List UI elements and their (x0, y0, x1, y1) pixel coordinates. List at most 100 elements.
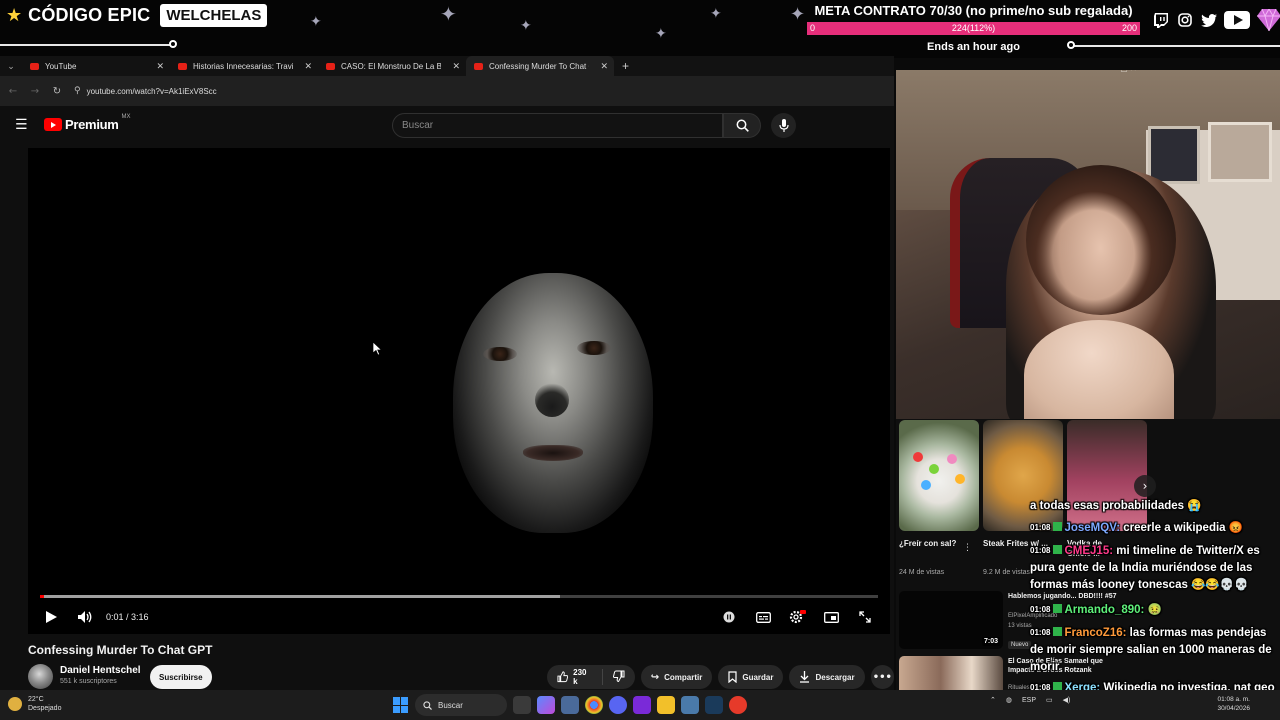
video-frame-detail (577, 341, 611, 355)
volume-icon (77, 611, 91, 623)
chat-timestamp: 01:08 (1030, 523, 1051, 532)
chat-username[interactable]: CMEJ15: (1064, 545, 1113, 557)
chat-username[interactable]: Armando_890: (1064, 604, 1144, 616)
youtube-premium-logo[interactable]: Premium MX (44, 114, 131, 132)
clock-time: 01:08 a. m. (1217, 696, 1250, 703)
tab-search-button[interactable]: ⌄ (0, 61, 22, 72)
system-clock[interactable]: 01:08 a. m. 30/04/2026 (1217, 695, 1250, 713)
goal-max: 200 (1121, 23, 1137, 33)
like-button[interactable]: 230 k (547, 668, 603, 686)
windows-start-icon[interactable] (393, 697, 409, 713)
language-indicator[interactable]: ESP (1022, 697, 1036, 704)
copilot-icon[interactable] (537, 696, 555, 714)
photos-icon[interactable] (681, 696, 699, 714)
search-box (392, 113, 723, 138)
close-tab-icon[interactable]: ✕ (452, 61, 460, 72)
monitor-icon[interactable]: ▭ (1046, 696, 1053, 704)
share-button[interactable]: ↪ Compartir (640, 665, 713, 689)
play-button[interactable] (34, 602, 68, 632)
volume-button[interactable] (68, 602, 102, 632)
fullscreen-button[interactable] (848, 602, 882, 632)
steam-icon[interactable] (705, 696, 723, 714)
taskbar-search[interactable]: Buscar (415, 694, 507, 716)
new-tab-button[interactable]: + (622, 59, 629, 73)
twitter-icon (1200, 12, 1218, 28)
channel-avatar[interactable] (28, 664, 53, 689)
forward-icon[interactable]: → (24, 86, 46, 97)
volume-icon[interactable]: ◀) (1063, 696, 1071, 704)
chrome-icon[interactable] (585, 696, 603, 714)
menu-icon[interactable]: ☰ (15, 117, 28, 133)
download-button[interactable]: Descargar (789, 665, 865, 689)
sparkle-icon: ✦ (655, 26, 667, 42)
gear-icon (789, 610, 806, 624)
sparkle-icon: ✦ (440, 2, 457, 26)
next-arrow-icon[interactable]: › (1134, 475, 1156, 497)
chat-badge-icon (1053, 522, 1063, 531)
gem-icon (1256, 8, 1280, 32)
settings-app-icon[interactable] (561, 696, 579, 714)
more-options-icon[interactable]: ⋮ (963, 543, 972, 553)
chat-username[interactable]: FrancoZ16: (1064, 627, 1126, 639)
chat-badge-icon (1053, 545, 1063, 554)
player-controls: 0:01 / 3:16 (28, 600, 890, 634)
more-actions-button[interactable]: ••• (870, 665, 894, 689)
video-player[interactable]: 0:01 / 3:16 (28, 148, 890, 634)
channel-name[interactable]: Daniel Hentschel (60, 665, 141, 676)
thumbnail-detail (947, 454, 957, 464)
reload-icon[interactable]: ↻ (46, 86, 68, 97)
chevron-up-icon[interactable]: ⌃ (990, 696, 996, 704)
youtube-icon (1224, 11, 1250, 29)
subtitles-button[interactable] (746, 602, 780, 632)
autoplay-icon (723, 611, 735, 623)
video-duration: 7:03 (981, 637, 1000, 646)
video-thumbnail[interactable]: 7:03 (899, 591, 1003, 649)
save-button[interactable]: Guardar (718, 665, 784, 689)
close-tab-icon[interactable]: ✕ (156, 61, 164, 72)
video-frame-detail (535, 383, 569, 417)
close-tab-icon[interactable]: ✕ (600, 61, 608, 72)
browser-tab-active[interactable]: Confessing Murder To Chat GPT ✕ (466, 56, 614, 76)
chat-username[interactable]: JoseMQV: (1064, 522, 1120, 534)
search-input[interactable] (393, 114, 722, 137)
address-bar[interactable]: ⚲ youtube.com/watch?v=Ak1iExV8Scc (74, 80, 890, 102)
wifi-icon[interactable]: ◍ (1006, 696, 1012, 704)
recording-app-icon[interactable] (729, 696, 747, 714)
task-view-icon[interactable] (513, 696, 531, 714)
like-dislike-group: 230 k (547, 665, 635, 689)
thumbnail-detail (921, 480, 931, 490)
obs-icon[interactable] (633, 696, 651, 714)
video-meta: 13 vistas (1008, 623, 1032, 629)
like-count: 230 k (573, 668, 587, 686)
browser-tab[interactable]: Historias Innecesarias: Travis el ✕ (170, 56, 318, 76)
autoplay-toggle[interactable] (712, 602, 746, 632)
search-button[interactable] (723, 113, 761, 138)
discord-icon[interactable] (609, 696, 627, 714)
social-icons (1152, 8, 1280, 32)
weather-widget[interactable]: 22°C Despejado (8, 695, 61, 713)
taskbar-search-label: Buscar (438, 700, 463, 710)
back-icon[interactable]: ← (2, 86, 24, 97)
browser-tab[interactable]: YouTube ✕ (22, 56, 170, 76)
browser-tab[interactable]: CASO: El Monstruo De La Biciclet ✕ (318, 56, 466, 76)
video-progress-bar[interactable] (40, 595, 878, 598)
bookmark-icon (728, 671, 737, 683)
thumbs-down-icon (612, 670, 625, 682)
short-thumbnail[interactable] (899, 420, 979, 531)
system-tray: ⌃ ◍ ESP ▭ ◀) (990, 696, 1071, 705)
played-bar (40, 595, 45, 598)
close-tab-icon[interactable]: ✕ (304, 61, 312, 72)
star-icon: ★ (6, 5, 23, 26)
dislike-button[interactable] (603, 670, 635, 685)
tab-title: CASO: El Monstruo De La Biciclet (341, 61, 441, 71)
twitch-icon (1152, 12, 1170, 28)
subscribe-button[interactable]: Suscribirse (150, 665, 212, 689)
theater-mode-button[interactable] (814, 602, 848, 632)
thumbs-up-icon (557, 671, 569, 683)
chat-timestamp: 01:08 (1030, 546, 1051, 555)
voice-search-button[interactable] (771, 113, 796, 138)
site-info-icon[interactable]: ⚲ (74, 86, 81, 96)
short-title[interactable]: ¿Freír con sal? (899, 539, 963, 549)
settings-button[interactable] (780, 602, 814, 632)
folder-icon[interactable] (657, 696, 675, 714)
